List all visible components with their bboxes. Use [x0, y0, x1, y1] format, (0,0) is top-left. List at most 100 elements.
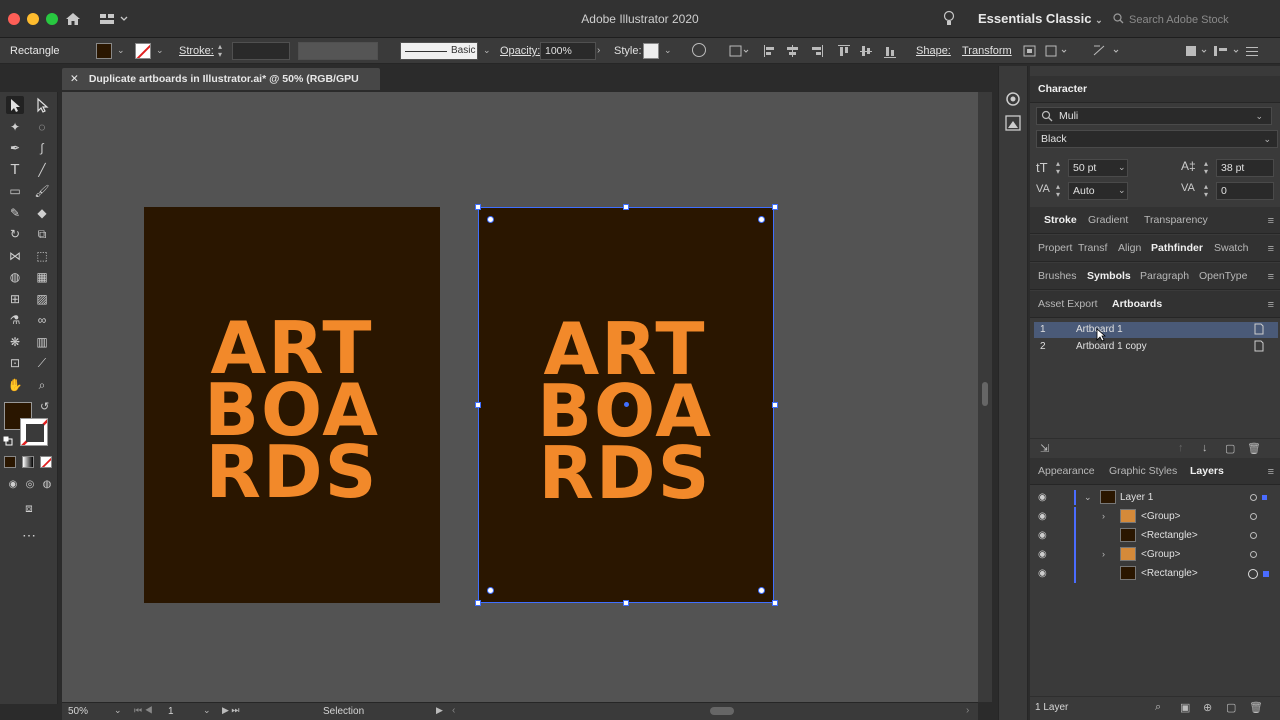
stroke-color-box[interactable]: [20, 418, 48, 446]
tab-brushes[interactable]: Brushes: [1038, 270, 1077, 282]
gradient-tool-icon[interactable]: ▨: [33, 290, 51, 308]
tab-transform[interactable]: Transf: [1078, 242, 1107, 254]
resize-handle[interactable]: [623, 204, 629, 210]
artboard-options-icon[interactable]: [1254, 340, 1264, 358]
stock-search-input[interactable]: Search Adobe Stock: [1113, 11, 1273, 29]
scale-tool-icon[interactable]: ⧉: [33, 225, 51, 243]
eye-icon[interactable]: ◉: [1038, 526, 1047, 545]
shape-label[interactable]: Shape:: [916, 45, 951, 57]
shape-builder-tool-icon[interactable]: ◍: [6, 268, 24, 286]
artboard-tool-icon[interactable]: ⊡: [6, 354, 24, 372]
zoom-level[interactable]: 50%: [68, 706, 88, 717]
brush-definition[interactable]: Basic: [400, 42, 478, 60]
move-down-icon[interactable]: ↓: [1202, 442, 1208, 454]
rectangle-tool-icon[interactable]: ▭: [6, 182, 24, 200]
recolor-artwork-icon[interactable]: [692, 43, 706, 57]
draw-behind-icon[interactable]: ◎: [21, 476, 39, 494]
search-icon[interactable]: ⌕: [1155, 701, 1161, 714]
move-up-icon[interactable]: ↑: [1178, 442, 1184, 454]
magic-wand-tool-icon[interactable]: ✦: [6, 118, 24, 136]
font-family-field[interactable]: Muli ⌄: [1036, 107, 1272, 125]
color-mode-icon[interactable]: [4, 456, 16, 468]
opacity-label[interactable]: Opacity:: [500, 45, 540, 57]
opacity-input[interactable]: 100%: [540, 42, 596, 60]
fill-swatch[interactable]: [96, 43, 112, 59]
layer-row[interactable]: ◉ › <Group>: [1030, 545, 1280, 564]
rotate-tool-icon[interactable]: ↻: [6, 225, 24, 243]
selection-tool-icon[interactable]: [6, 96, 24, 114]
tab-align[interactable]: Align: [1118, 242, 1141, 254]
slice-tool-icon[interactable]: ⟋: [33, 354, 51, 372]
stroke-weight-stepper[interactable]: ▴ ▾: [218, 43, 228, 59]
status-menu-icon[interactable]: ▶: [436, 705, 443, 716]
align-to-icon[interactable]: [728, 43, 750, 59]
none-mode-icon[interactable]: [40, 456, 52, 468]
document-tab[interactable]: ✕ Duplicate artboards in Illustrator.ai* …: [62, 68, 380, 107]
tab-swatches[interactable]: Swatch: [1214, 242, 1248, 254]
tab-stroke[interactable]: Stroke: [1044, 214, 1077, 226]
symbol-sprayer-tool-icon[interactable]: ❋: [6, 333, 24, 351]
tab-gradient[interactable]: Gradient: [1088, 214, 1128, 226]
artboard-number[interactable]: 1: [168, 706, 174, 717]
target-icon[interactable]: [1250, 494, 1257, 501]
gradient-mode-icon[interactable]: [22, 456, 34, 468]
stroke-swatch[interactable]: [135, 43, 151, 59]
chevron-down-icon[interactable]: ⌄: [664, 45, 672, 56]
chevron-right-icon[interactable]: ›: [1102, 545, 1105, 564]
stroke-dropdown-icon[interactable]: ⌄: [156, 45, 164, 56]
stroke-weight-field[interactable]: [232, 42, 290, 60]
first-artboard-icon[interactable]: ⏮ ◀: [134, 705, 153, 716]
delete-icon[interactable]: 🗑: [1249, 701, 1263, 714]
resize-handle[interactable]: [475, 402, 481, 408]
tab-asset-export[interactable]: Asset Export: [1038, 298, 1098, 310]
stroke-label[interactable]: Stroke:: [179, 45, 214, 57]
rearrange-artboards-icon[interactable]: ⇲: [1040, 442, 1049, 455]
artboard-list-item[interactable]: 2 Artboard 1 copy: [1034, 339, 1278, 355]
eye-icon[interactable]: ◉: [1038, 488, 1047, 507]
resize-handle[interactable]: [772, 402, 778, 408]
eye-icon[interactable]: ◉: [1038, 564, 1047, 583]
vertical-scrollbar[interactable]: [978, 92, 992, 702]
tab-transparency[interactable]: Transparency: [1144, 214, 1208, 226]
vertical-align-buttons[interactable]: [836, 43, 916, 59]
isolate-and-transform-icons[interactable]: [1022, 43, 1132, 59]
layer-row[interactable]: ◉ ⌄ Layer 1: [1030, 488, 1280, 507]
curvature-tool-icon[interactable]: ∫: [33, 139, 51, 157]
line-tool-icon[interactable]: ╱: [33, 161, 51, 179]
scroll-thumb[interactable]: [982, 382, 988, 406]
horizontal-scroll-thumb[interactable]: [710, 707, 734, 715]
chevron-right-icon[interactable]: ›: [1102, 507, 1105, 526]
chevron-down-icon[interactable]: ⌄: [483, 45, 491, 56]
resize-handle[interactable]: [475, 204, 481, 210]
tab-properties[interactable]: Propert: [1038, 242, 1072, 254]
leading-input[interactable]: 38 pt: [1216, 159, 1274, 177]
hand-tool-icon[interactable]: ✋: [6, 376, 24, 394]
tracking-stepper[interactable]: ▴ ▾: [1204, 183, 1208, 199]
more-tools-icon[interactable]: ⋯: [20, 526, 38, 544]
resize-handle[interactable]: [475, 600, 481, 606]
close-icon[interactable]: ✕: [70, 73, 79, 85]
layer-row[interactable]: ◉ <Rectangle>: [1030, 564, 1280, 583]
tab-pathfinder[interactable]: Pathfinder: [1151, 242, 1203, 254]
target-icon[interactable]: [1250, 532, 1257, 539]
perspective-grid-tool-icon[interactable]: ▦: [33, 268, 51, 286]
blend-tool-icon[interactable]: ∞: [33, 311, 51, 329]
make-clipping-mask-icon[interactable]: ▣: [1180, 701, 1190, 714]
free-transform-tool-icon[interactable]: ⬚: [33, 247, 51, 265]
font-style-field[interactable]: Black ⌄: [1036, 130, 1278, 148]
type-tool-icon[interactable]: T: [6, 161, 24, 179]
resize-handle[interactable]: [623, 600, 629, 606]
resize-handle[interactable]: [772, 600, 778, 606]
screen-mode-icon[interactable]: ⧈: [20, 499, 38, 517]
appearance-dock-icon[interactable]: [1002, 88, 1024, 110]
eye-icon[interactable]: ◉: [1038, 507, 1047, 526]
fill-dropdown-icon[interactable]: ⌄: [117, 45, 125, 56]
paintbrush-tool-icon[interactable]: 🖌: [33, 182, 51, 200]
tab-appearance[interactable]: Appearance: [1038, 465, 1095, 477]
direct-selection-tool-icon[interactable]: [33, 96, 51, 114]
panel-menu-icon[interactable]: ≡: [1268, 271, 1274, 283]
scroll-right-icon[interactable]: ›: [966, 705, 969, 716]
variable-width-profile[interactable]: [298, 42, 378, 60]
panel-menu-icon[interactable]: ≡: [1268, 299, 1274, 311]
eraser-tool-icon[interactable]: ◆: [33, 204, 51, 222]
